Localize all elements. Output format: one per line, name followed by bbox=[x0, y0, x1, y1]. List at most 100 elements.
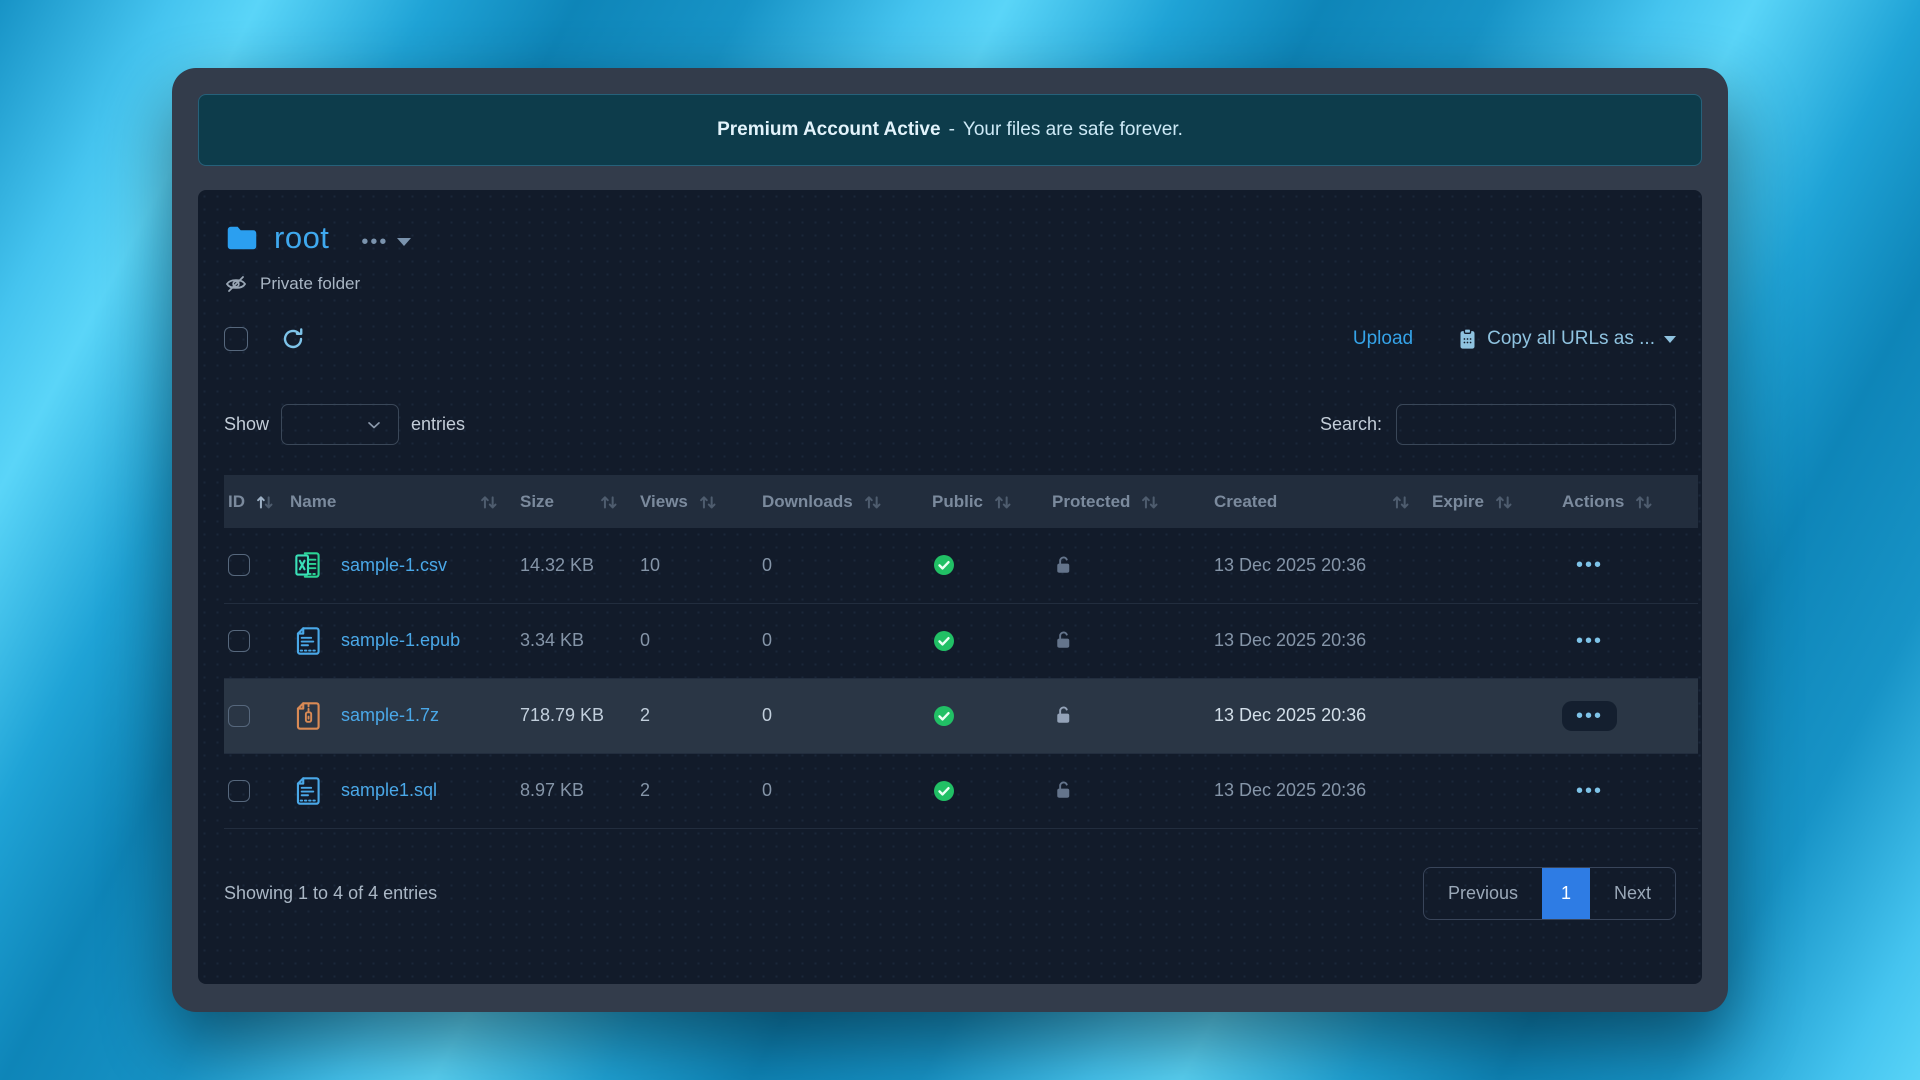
clipboard-icon bbox=[1457, 327, 1478, 351]
column-header-size[interactable]: Size bbox=[516, 475, 636, 528]
files-table: ID Name Size Views bbox=[224, 475, 1698, 829]
downloads-cell: 0 bbox=[758, 603, 928, 678]
privacy-status: Private folder bbox=[224, 272, 1676, 296]
file-link[interactable]: sample-1.epub bbox=[341, 630, 460, 651]
column-header-public[interactable]: Public bbox=[928, 475, 1048, 528]
expire-cell bbox=[1428, 753, 1558, 828]
folder-header: root ••• bbox=[224, 220, 1676, 256]
sort-icon bbox=[1391, 492, 1410, 511]
folder-icon bbox=[224, 220, 260, 256]
search-label: Search: bbox=[1320, 414, 1382, 435]
archive-file-icon bbox=[290, 698, 326, 734]
unlock-icon bbox=[1052, 779, 1210, 802]
page-title: root bbox=[274, 220, 329, 256]
sort-icon bbox=[1140, 492, 1159, 511]
copy-urls-label: Copy all URLs as ... bbox=[1487, 328, 1655, 350]
upload-button[interactable]: Upload bbox=[1353, 328, 1413, 350]
sort-icon bbox=[863, 492, 882, 511]
created-cell: 13 Dec 2025 20:36 bbox=[1214, 630, 1366, 650]
chevron-down-icon bbox=[1664, 336, 1676, 343]
views-cell: 0 bbox=[636, 603, 758, 678]
table-row: sample-1.epub 3.34 KB 0 0 13 Dec 2025 20… bbox=[224, 603, 1698, 678]
expire-cell bbox=[1428, 528, 1558, 603]
folder-menu-button[interactable]: ••• bbox=[361, 237, 411, 247]
sort-icon bbox=[1634, 492, 1653, 511]
size-cell: 14.32 KB bbox=[516, 528, 636, 603]
views-cell: 2 bbox=[636, 678, 758, 753]
views-cell: 2 bbox=[636, 753, 758, 828]
column-header-id[interactable]: ID bbox=[224, 475, 286, 528]
banner-separator: - bbox=[949, 119, 955, 141]
size-cell: 718.79 KB bbox=[516, 678, 636, 753]
entries-summary: Showing 1 to 4 of 4 entries bbox=[224, 883, 437, 904]
row-checkbox[interactable] bbox=[228, 780, 250, 802]
table-footer: Showing 1 to 4 of 4 entries Previous 1 N… bbox=[224, 867, 1676, 920]
size-cell: 3.34 KB bbox=[516, 603, 636, 678]
column-header-protected[interactable]: Protected bbox=[1048, 475, 1210, 528]
created-cell: 13 Dec 2025 20:36 bbox=[1214, 705, 1366, 725]
row-actions-button[interactable]: ••• bbox=[1562, 550, 1617, 580]
file-browser-panel: root ••• Private folder bbox=[198, 190, 1702, 984]
row-checkbox[interactable] bbox=[228, 705, 250, 727]
created-cell: 13 Dec 2025 20:36 bbox=[1214, 555, 1366, 575]
page-size-select[interactable] bbox=[281, 404, 399, 445]
next-page-button[interactable]: Next bbox=[1590, 868, 1675, 919]
chevron-down-icon bbox=[364, 415, 384, 435]
eye-off-icon bbox=[224, 272, 248, 296]
entries-label: entries bbox=[411, 414, 465, 435]
chevron-down-icon bbox=[397, 238, 411, 246]
column-header-name[interactable]: Name bbox=[286, 475, 516, 528]
toolbar: Upload Copy all URLs as ... bbox=[224, 326, 1676, 352]
show-label: Show bbox=[224, 414, 269, 435]
size-cell: 8.97 KB bbox=[516, 753, 636, 828]
ellipsis-icon: ••• bbox=[361, 237, 388, 247]
sort-icon bbox=[255, 492, 274, 511]
document-file-icon bbox=[290, 773, 326, 809]
file-link[interactable]: sample-1.csv bbox=[341, 555, 447, 576]
row-actions-button[interactable]: ••• bbox=[1562, 776, 1617, 806]
refresh-button[interactable] bbox=[280, 326, 306, 352]
column-header-expire[interactable]: Expire bbox=[1428, 475, 1558, 528]
sort-icon bbox=[599, 492, 618, 511]
column-header-downloads[interactable]: Downloads bbox=[758, 475, 928, 528]
copy-urls-button[interactable]: Copy all URLs as ... bbox=[1457, 327, 1676, 351]
column-header-views[interactable]: Views bbox=[636, 475, 758, 528]
check-circle-icon bbox=[932, 629, 1048, 653]
expire-cell bbox=[1428, 603, 1558, 678]
row-checkbox[interactable] bbox=[228, 554, 250, 576]
sort-icon bbox=[1494, 492, 1513, 511]
toolbar-right: Upload Copy all URLs as ... bbox=[1353, 327, 1676, 351]
check-circle-icon bbox=[932, 779, 1048, 803]
file-manager-window: Premium Account Active - Your files are … bbox=[172, 68, 1728, 1012]
banner-message: Your files are safe forever. bbox=[963, 119, 1183, 141]
previous-page-button[interactable]: Previous bbox=[1424, 868, 1542, 919]
table-row: sample1.sql 8.97 KB 2 0 13 Dec 2025 20:3… bbox=[224, 753, 1698, 828]
views-cell: 10 bbox=[636, 528, 758, 603]
refresh-icon bbox=[280, 326, 306, 352]
column-header-actions[interactable]: Actions bbox=[1558, 475, 1698, 528]
select-all-checkbox[interactable] bbox=[224, 327, 248, 351]
row-actions-button[interactable]: ••• bbox=[1562, 701, 1617, 731]
row-actions-button[interactable]: ••• bbox=[1562, 626, 1617, 656]
document-file-icon bbox=[290, 623, 326, 659]
sort-icon bbox=[479, 492, 498, 511]
privacy-label: Private folder bbox=[260, 274, 360, 294]
file-link[interactable]: sample-1.7z bbox=[341, 705, 439, 726]
spreadsheet-file-icon bbox=[290, 547, 326, 583]
check-circle-icon bbox=[932, 553, 1048, 577]
unlock-icon bbox=[1052, 629, 1210, 652]
premium-banner: Premium Account Active - Your files are … bbox=[198, 94, 1702, 166]
row-checkbox[interactable] bbox=[228, 630, 250, 652]
expire-cell bbox=[1428, 678, 1558, 753]
check-circle-icon bbox=[932, 704, 1048, 728]
search-input[interactable] bbox=[1396, 404, 1676, 445]
column-header-created[interactable]: Created bbox=[1210, 475, 1428, 528]
page-1-button[interactable]: 1 bbox=[1542, 868, 1590, 919]
table-row: sample-1.7z 718.79 KB 2 0 13 Dec 2025 20… bbox=[224, 678, 1698, 753]
sort-icon bbox=[993, 492, 1012, 511]
file-link[interactable]: sample1.sql bbox=[341, 780, 437, 801]
downloads-cell: 0 bbox=[758, 678, 928, 753]
banner-title: Premium Account Active bbox=[717, 119, 940, 141]
sort-icon bbox=[698, 492, 717, 511]
downloads-cell: 0 bbox=[758, 528, 928, 603]
